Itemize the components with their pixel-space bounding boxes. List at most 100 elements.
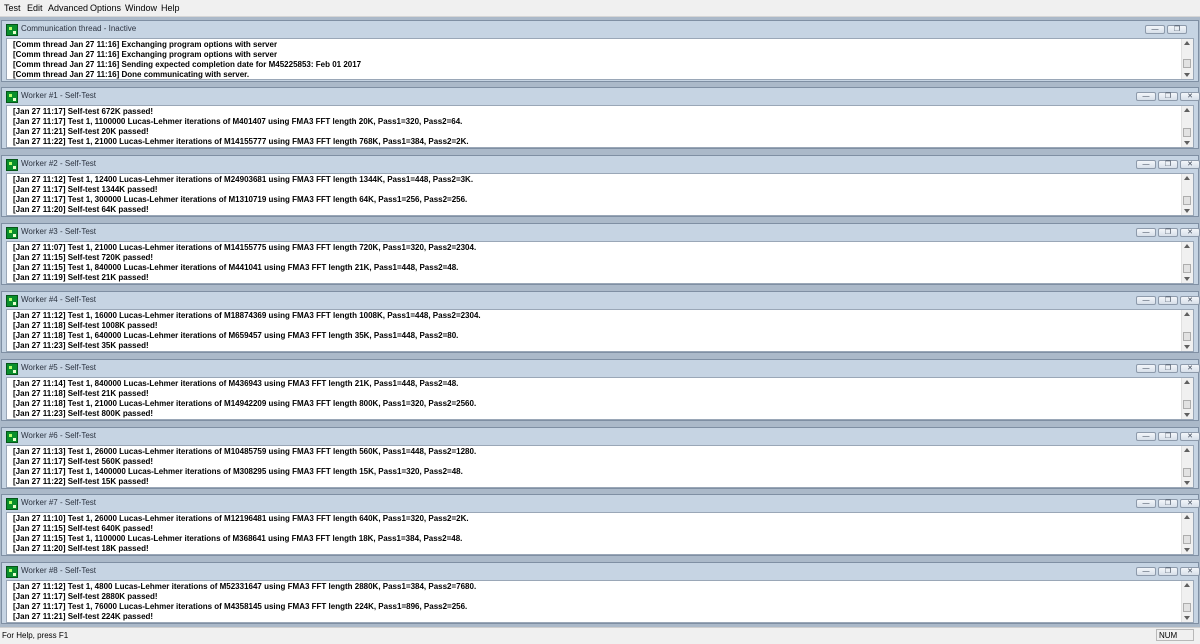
close-button[interactable]: ✕ (1180, 364, 1200, 373)
scroll-down-icon[interactable] (1184, 345, 1190, 349)
vertical-scrollbar[interactable] (1181, 378, 1193, 419)
scroll-thumb[interactable] (1183, 400, 1191, 409)
log-output[interactable]: [Jan 27 11:17] Self-test 672K passed! [J… (6, 105, 1194, 148)
vertical-scrollbar[interactable] (1181, 174, 1193, 215)
scroll-up-icon[interactable] (1184, 176, 1190, 180)
menu-edit[interactable]: Edit (27, 3, 43, 13)
restore-button[interactable]: ❐ (1158, 567, 1178, 576)
menu-help[interactable]: Help (161, 3, 180, 13)
scroll-down-icon[interactable] (1184, 413, 1190, 417)
log-output[interactable]: [Jan 27 11:12] Test 1, 12400 Lucas-Lehme… (6, 173, 1194, 216)
restore-button[interactable]: ❐ (1158, 92, 1178, 101)
scroll-down-icon[interactable] (1184, 616, 1190, 620)
scroll-down-icon[interactable] (1184, 73, 1190, 77)
worker-8-window: Worker #8 - Self-Test — ❐ ✕ [Jan 27 11:1… (1, 562, 1200, 624)
scroll-up-icon[interactable] (1184, 312, 1190, 316)
minimize-button[interactable]: — (1136, 160, 1156, 169)
restore-button[interactable]: ❐ (1167, 25, 1187, 34)
window-title: Worker #8 - Self-Test (21, 566, 96, 575)
menu-advanced[interactable]: Advanced (48, 3, 88, 13)
minimize-button[interactable]: — (1136, 92, 1156, 101)
log-output[interactable]: [Comm thread Jan 27 11:16] Exchanging pr… (6, 38, 1194, 80)
close-button[interactable]: ✕ (1180, 228, 1200, 237)
log-output[interactable]: [Jan 27 11:14] Test 1, 840000 Lucas-Lehm… (6, 377, 1194, 420)
vertical-scrollbar[interactable] (1181, 581, 1193, 622)
scroll-thumb[interactable] (1183, 535, 1191, 544)
prime95-app-icon[interactable] (6, 498, 18, 510)
scroll-thumb[interactable] (1183, 468, 1191, 477)
comm-thread-titlebar[interactable]: Communication thread - Inactive — ❐ (2, 21, 1198, 38)
menu-window[interactable]: Window (125, 3, 157, 13)
log-output[interactable]: [Jan 27 11:10] Test 1, 26000 Lucas-Lehme… (6, 512, 1194, 555)
scroll-up-icon[interactable] (1184, 515, 1190, 519)
scroll-thumb[interactable] (1183, 264, 1191, 273)
scroll-up-icon[interactable] (1184, 108, 1190, 112)
log-output[interactable]: [Jan 27 11:12] Test 1, 16000 Lucas-Lehme… (6, 309, 1194, 352)
scroll-thumb[interactable] (1183, 603, 1191, 612)
log-output[interactable]: [Jan 27 11:13] Test 1, 26000 Lucas-Lehme… (6, 445, 1194, 488)
worker-4-titlebar[interactable]: Worker #4 - Self-Test — ❐ ✕ (2, 292, 1200, 309)
vertical-scrollbar[interactable] (1181, 310, 1193, 351)
menu-options[interactable]: Options (90, 3, 121, 13)
scroll-thumb[interactable] (1183, 196, 1191, 205)
prime95-app-icon[interactable] (6, 24, 18, 36)
worker-2-titlebar[interactable]: Worker #2 - Self-Test — ❐ ✕ (2, 156, 1200, 173)
close-button[interactable]: ✕ (1180, 432, 1200, 441)
scroll-down-icon[interactable] (1184, 141, 1190, 145)
scroll-up-icon[interactable] (1184, 448, 1190, 452)
restore-button[interactable]: ❐ (1158, 228, 1178, 237)
scroll-down-icon[interactable] (1184, 209, 1190, 213)
minimize-button[interactable]: — (1136, 567, 1156, 576)
minimize-button[interactable]: — (1136, 228, 1156, 237)
close-button[interactable]: ✕ (1180, 567, 1200, 576)
scroll-up-icon[interactable] (1184, 380, 1190, 384)
vertical-scrollbar[interactable] (1181, 513, 1193, 554)
restore-button[interactable]: ❐ (1158, 499, 1178, 508)
restore-button[interactable]: ❐ (1158, 296, 1178, 305)
worker-1-titlebar[interactable]: Worker #1 - Self-Test — ❐ ✕ (2, 88, 1200, 105)
scroll-thumb[interactable] (1183, 59, 1191, 68)
restore-button[interactable]: ❐ (1158, 432, 1178, 441)
log-line: [Jan 27 11:18] Test 1, 640000 Lucas-Lehm… (13, 331, 459, 340)
prime95-app-icon[interactable] (6, 295, 18, 307)
vertical-scrollbar[interactable] (1181, 446, 1193, 487)
log-line: [Jan 27 11:17] Test 1, 300000 Lucas-Lehm… (13, 195, 468, 204)
prime95-app-icon[interactable] (6, 431, 18, 443)
scroll-up-icon[interactable] (1184, 41, 1190, 45)
vertical-scrollbar[interactable] (1181, 39, 1193, 79)
worker-7-titlebar[interactable]: Worker #7 - Self-Test — ❐ ✕ (2, 495, 1200, 512)
scroll-down-icon[interactable] (1184, 481, 1190, 485)
vertical-scrollbar[interactable] (1181, 106, 1193, 147)
prime95-app-icon[interactable] (6, 227, 18, 239)
close-button[interactable]: ✕ (1180, 160, 1200, 169)
minimize-button[interactable]: — (1145, 25, 1165, 34)
minimize-button[interactable]: — (1136, 499, 1156, 508)
log-output[interactable]: [Jan 27 11:07] Test 1, 21000 Lucas-Lehme… (6, 241, 1194, 284)
minimize-button[interactable]: — (1136, 296, 1156, 305)
scroll-down-icon[interactable] (1184, 277, 1190, 281)
minimize-button[interactable]: — (1136, 364, 1156, 373)
vertical-scrollbar[interactable] (1181, 242, 1193, 283)
restore-button[interactable]: ❐ (1158, 364, 1178, 373)
prime95-app-icon[interactable] (6, 91, 18, 103)
close-button[interactable]: ✕ (1180, 499, 1200, 508)
close-button[interactable]: ✕ (1180, 296, 1200, 305)
log-output[interactable]: [Jan 27 11:12] Test 1, 4800 Lucas-Lehmer… (6, 580, 1194, 623)
prime95-app-icon[interactable] (6, 159, 18, 171)
restore-button[interactable]: ❐ (1158, 160, 1178, 169)
menu-test[interactable]: Test (4, 3, 21, 13)
worker-8-titlebar[interactable]: Worker #8 - Self-Test — ❐ ✕ (2, 563, 1200, 580)
scroll-thumb[interactable] (1183, 332, 1191, 341)
prime95-app-icon[interactable] (6, 363, 18, 375)
worker-3-titlebar[interactable]: Worker #3 - Self-Test — ❐ ✕ (2, 224, 1200, 241)
prime95-app-icon[interactable] (6, 566, 18, 578)
minimize-button[interactable]: — (1136, 432, 1156, 441)
scroll-thumb[interactable] (1183, 128, 1191, 137)
scroll-up-icon[interactable] (1184, 583, 1190, 587)
worker-5-titlebar[interactable]: Worker #5 - Self-Test — ❐ ✕ (2, 360, 1200, 377)
log-line: [Jan 27 11:12] Test 1, 12400 Lucas-Lehme… (13, 175, 474, 184)
scroll-up-icon[interactable] (1184, 244, 1190, 248)
worker-6-titlebar[interactable]: Worker #6 - Self-Test — ❐ ✕ (2, 428, 1200, 445)
close-button[interactable]: ✕ (1180, 92, 1200, 101)
scroll-down-icon[interactable] (1184, 548, 1190, 552)
